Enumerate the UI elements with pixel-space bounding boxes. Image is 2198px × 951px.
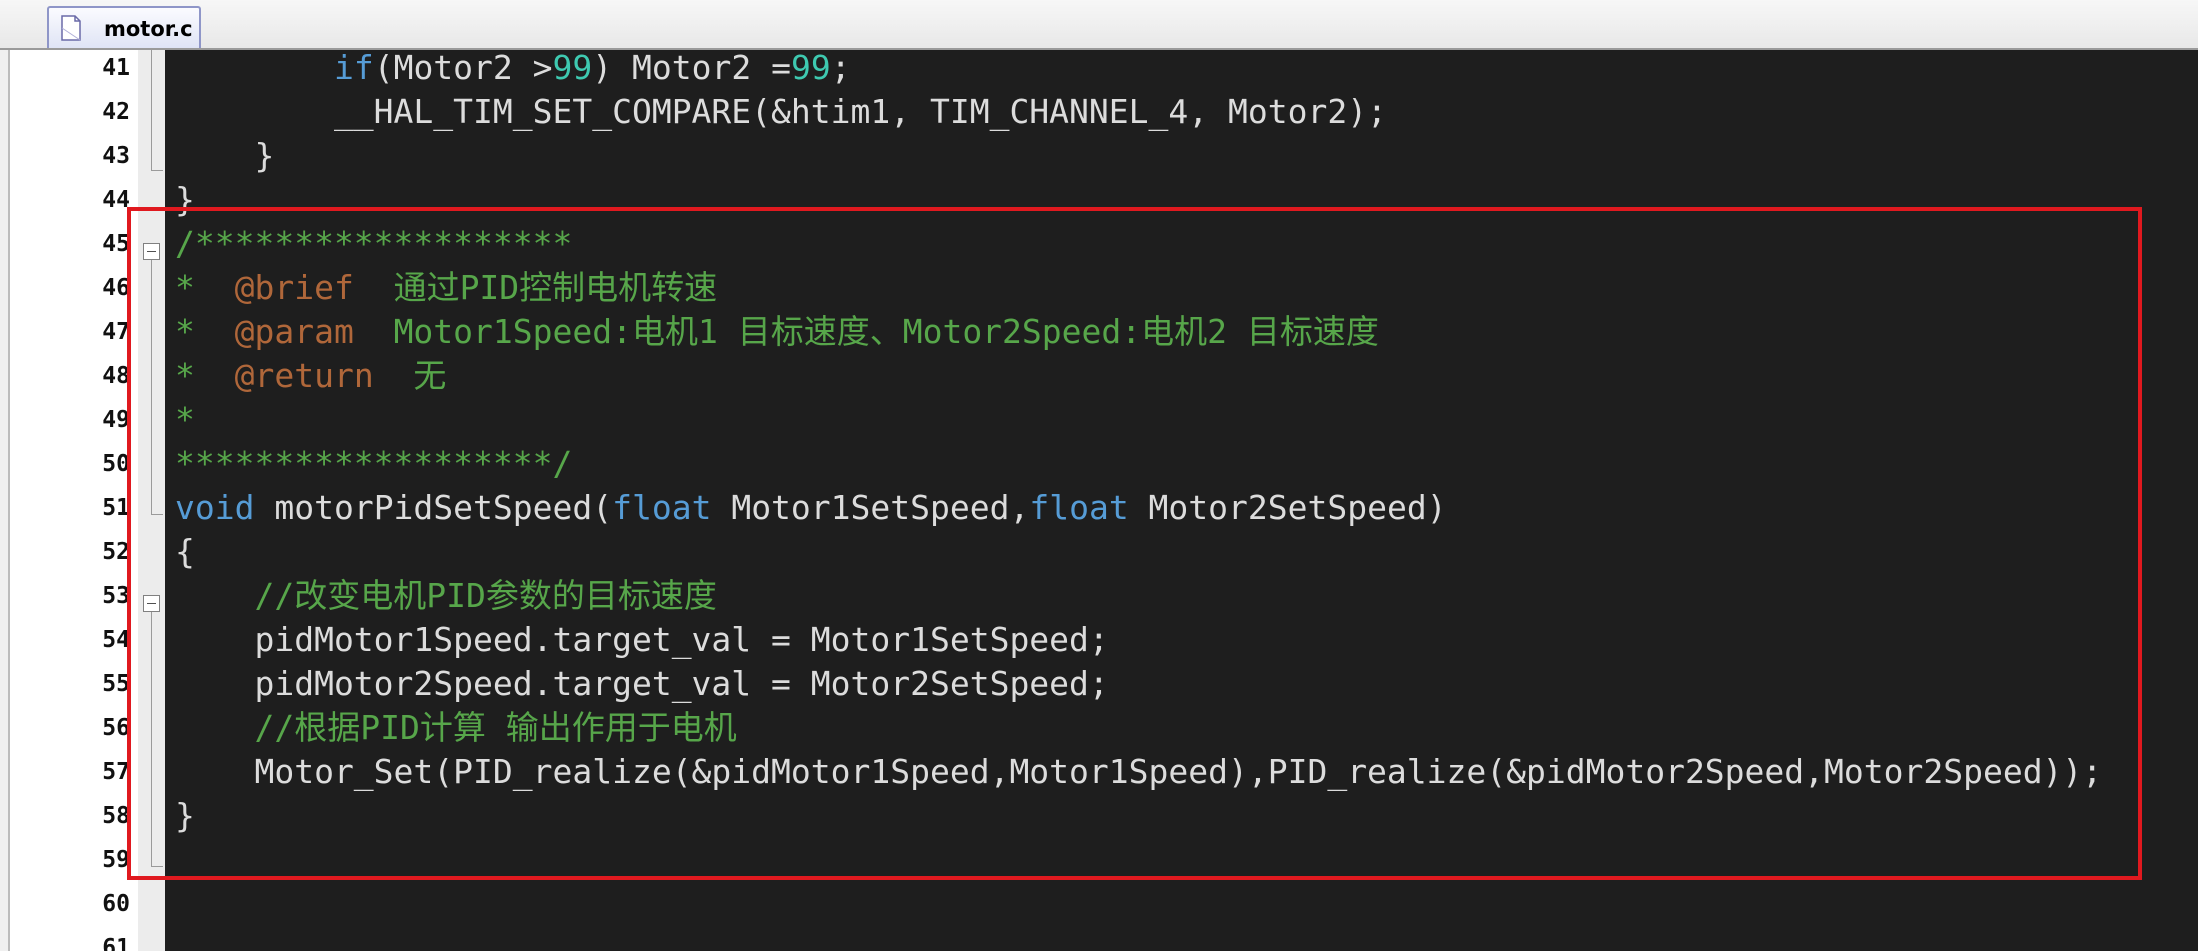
code-token: __HAL_TIM_SET_COMPARE(&htim1, TIM_CHANNE… [175,92,1387,131]
code-token: (Motor2 > [373,50,553,87]
code-line[interactable]: } [175,794,195,838]
code-line[interactable]: /******************* [175,222,572,266]
code-token: ; [830,50,851,87]
line-number: 55 [102,671,130,697]
tab-motor-c[interactable]: motor.c [47,6,201,48]
line-number: 58 [102,803,130,829]
code-editor-window: motor.c 41 if(Motor2 >99) Motor2 =99; 42 … [0,0,2198,951]
line-number: 57 [102,759,130,785]
code-token: /******************* [175,224,573,263]
code-token: * [175,400,195,439]
code-token: void [175,488,255,527]
code-token: motorPidSetSpeed( [254,488,613,527]
line-number: 43 [102,143,130,169]
code-token: @brief [234,268,354,307]
line-number: 42 [102,99,130,125]
code-token: * [175,268,235,307]
fold-toggle-function[interactable] [143,595,160,612]
line-number: 49 [102,407,130,433]
code-token: Motor_Set(PID_realize(&pidMotor1Speed,Mo… [175,752,2103,791]
line-number: 50 [102,451,130,477]
code-line[interactable]: void motorPidSetSpeed(float Motor1SetSpe… [175,486,1447,530]
code-line[interactable]: * @return 无 [175,354,446,398]
fold-toggle-comment[interactable] [143,243,160,260]
code-line[interactable]: * [175,398,195,442]
code-token: 无 [373,356,447,395]
fold-guide [151,50,152,170]
code-line[interactable]: Motor_Set(PID_realize(&pidMotor1Speed,Mo… [175,750,2102,794]
code-line[interactable]: *******************/ [175,442,572,486]
code-token: Motor1Speed:电机1 目标速度、Motor2Speed:电机2 目标速… [353,312,1379,351]
line-number: 41 [102,55,130,81]
code-line[interactable]: pidMotor1Speed.target_val = Motor1SetSpe… [175,618,1109,662]
fold-end-marker [151,170,163,171]
c-file-icon [61,15,81,41]
code-token: Motor2SetSpeed) [1128,488,1447,527]
line-number: 46 [102,275,130,301]
code-line[interactable]: } [175,178,195,222]
line-number: 48 [102,363,130,389]
code-token: pidMotor2Speed.target_val = Motor2SetSpe… [175,664,1109,703]
code-line[interactable]: } [175,134,274,178]
code-token: * [175,356,235,395]
code-token: 通过PID控制电机转速 [353,268,718,307]
code-line[interactable]: //根据PID计算 输出作用于电机 [175,706,737,750]
line-number: 60 [102,891,130,917]
code-token: @param [234,312,354,351]
tab-label: motor.c [104,17,193,41]
code-line[interactable]: //改变电机PID参数的目标速度 [175,574,717,618]
line-number: 45 [102,231,130,257]
line-number: 44 [102,187,130,213]
code-token: @return [234,356,374,395]
fold-guide [151,260,152,514]
code-token: //根据PID计算 输出作用于电机 [254,708,737,747]
code-token: float [1029,488,1129,527]
code-token: Motor1SetSpeed, [711,488,1030,527]
code-line[interactable]: * @brief 通过PID控制电机转速 [175,266,717,310]
code-token: 99 [790,50,831,87]
line-number: 61 [102,935,130,951]
code-line[interactable]: pidMotor2Speed.target_val = Motor2SetSpe… [175,662,1109,706]
code-token: } [175,180,195,219]
line-number: 53 [102,583,130,609]
code-token: *******************/ [175,444,573,483]
code-token: //改变电机PID参数的目标速度 [254,576,717,615]
code-line[interactable]: if(Motor2 >99) Motor2 =99; [175,50,851,90]
editor-pane[interactable]: 41 if(Motor2 >99) Motor2 =99; 42 __HAL_TI… [8,50,2198,951]
code-token: } [175,796,195,835]
code-token: pidMotor1Speed.target_val = Motor1SetSpe… [175,620,1109,659]
line-number: 54 [102,627,130,653]
code-token: ) Motor2 = [592,50,791,87]
code-token: { [175,532,195,571]
line-number: 52 [102,539,130,565]
line-number: 51 [102,495,130,521]
code-token: } [175,136,275,175]
line-number: 56 [102,715,130,741]
code-token: * [175,312,235,351]
code-token: float [612,488,712,527]
tab-bar: motor.c [0,0,2198,50]
code-token: if [333,50,374,87]
code-line[interactable]: __HAL_TIM_SET_COMPARE(&htim1, TIM_CHANNE… [175,90,1387,134]
line-number: 59 [102,847,130,873]
code-line[interactable]: { [175,530,195,574]
code-line[interactable]: * @param Motor1Speed:电机1 目标速度、Motor2Spee… [175,310,1379,354]
code-token: 99 [552,50,593,87]
fold-guide [151,612,152,866]
line-number: 47 [102,319,130,345]
fold-end-marker [151,866,163,867]
fold-end-marker [151,514,163,515]
